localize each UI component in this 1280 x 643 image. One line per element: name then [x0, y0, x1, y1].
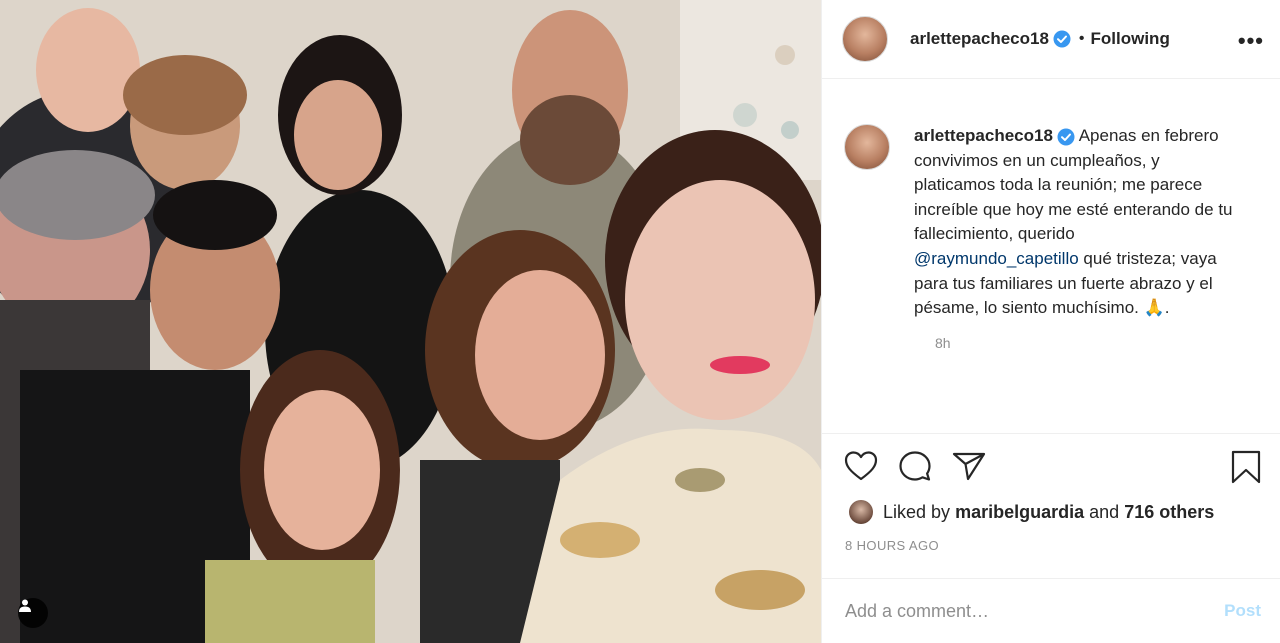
caption-text: arlettepacheco18 Apenas en febrero convi…: [914, 124, 1234, 321]
comment-button[interactable]: [898, 450, 932, 482]
author-avatar[interactable]: [842, 16, 888, 62]
group-selfie-image: [0, 0, 821, 643]
author-username[interactable]: arlettepacheco18: [910, 29, 1049, 49]
user-tag-button[interactable]: [18, 598, 48, 628]
post-header: arlettepacheco18 • Following •••: [822, 0, 1280, 79]
liker-avatar[interactable]: [849, 500, 873, 524]
user-tag-icon: [19, 599, 31, 612]
actions-section: Liked by maribelguardia and 716 others 8…: [822, 433, 1280, 553]
post-side-panel: arlettepacheco18 • Following ••• arlette…: [821, 0, 1280, 643]
caption-mention-link[interactable]: @raymundo_capetillo: [914, 249, 1079, 268]
caption-row: arlettepacheco18 Apenas en febrero convi…: [844, 124, 1265, 321]
action-bar: [822, 434, 1280, 498]
verified-badge-icon: [1053, 30, 1071, 48]
verified-badge-icon: [1057, 128, 1075, 146]
likes-prefix: Liked by: [883, 501, 951, 522]
liker-username[interactable]: maribelguardia: [955, 502, 1084, 523]
separator-dot: •: [1078, 30, 1085, 47]
heart-icon: [844, 451, 878, 481]
likes-others-link[interactable]: 716 others: [1124, 502, 1214, 523]
comment-form: Post: [822, 578, 1280, 643]
likes-joiner: and: [1089, 501, 1120, 522]
comment-bubble-icon: [899, 451, 931, 481]
comment-input[interactable]: [845, 600, 1225, 622]
paper-plane-icon: [952, 452, 986, 481]
likes-summary: Liked by maribelguardia and 716 others: [822, 498, 1280, 526]
like-button[interactable]: [844, 451, 878, 481]
post-timestamp[interactable]: 8 HOURS AGO: [822, 538, 1280, 553]
post-photo[interactable]: [0, 0, 821, 643]
more-options-icon[interactable]: •••: [1238, 28, 1264, 54]
caption-username[interactable]: arlettepacheco18: [914, 126, 1053, 145]
save-button[interactable]: [1231, 450, 1261, 489]
caption-avatar[interactable]: [844, 124, 890, 170]
caption-area: arlettepacheco18 Apenas en febrero convi…: [822, 80, 1280, 433]
share-button[interactable]: [952, 451, 986, 481]
post-comment-button[interactable]: Post: [1224, 601, 1261, 621]
bookmark-icon: [1231, 450, 1261, 484]
caption-time[interactable]: 8h: [935, 335, 1265, 351]
following-button[interactable]: Following: [1091, 29, 1170, 49]
